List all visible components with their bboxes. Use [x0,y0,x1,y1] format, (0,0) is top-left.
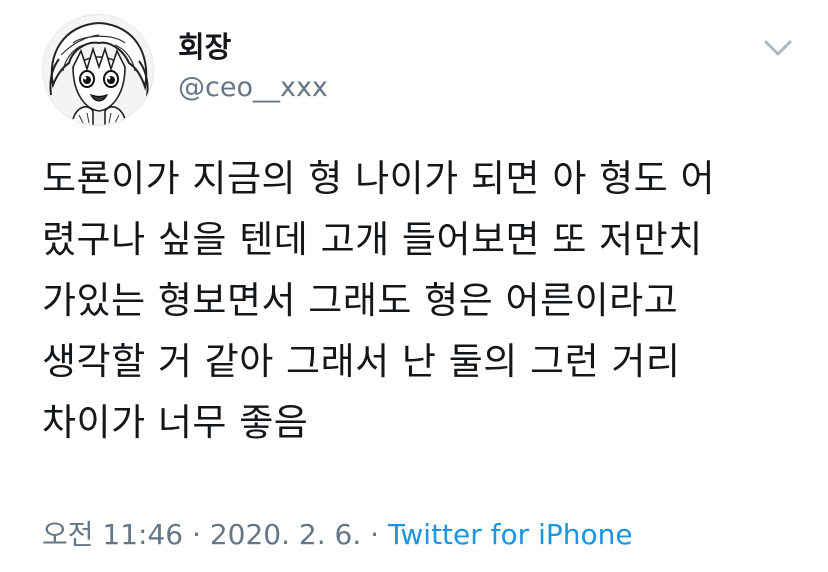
tweet-text-line: 생각할 거 같아 그래서 난 둘의 그런 거리 [42,340,681,383]
tweet-meta: 오전 11:46 · 2020. 2. 6. · Twitter for iPh… [42,518,633,552]
display-name[interactable]: 회장 [178,30,231,64]
tweet-text: 도룐이가 지금의 형 나이가 되면 아 형도 어 렸구나 싶을 텐데 고개 들어… [42,148,802,453]
tweet-text-line: 렸구나 싶을 텐데 고개 들어보면 또 저만치 [42,218,703,261]
avatar[interactable] [42,14,154,126]
tweet-text-line: 도룐이가 지금의 형 나이가 되면 아 형도 어 [42,157,716,200]
meta-separator: · [361,518,388,551]
tweet-text-line: 차이가 너무 좋음 [42,401,309,444]
tweet-card: 회장 @ceo__xxx 도룐이가 지금의 형 나이가 되면 아 형도 어 렸구… [0,0,828,572]
meta-separator: · [183,518,210,551]
tweet-time[interactable]: 오전 11:46 [42,518,183,551]
tweet-source-link[interactable]: Twitter for iPhone [388,518,633,551]
tweet-date[interactable]: 2020. 2. 6. [210,518,361,551]
user-handle[interactable]: @ceo__xxx [178,72,328,104]
chevron-down-icon[interactable] [760,34,796,62]
tweet-text-line: 가있는 형보면서 그래도 형은 어른이라고 [42,279,679,322]
manga-character-avatar [43,15,153,125]
